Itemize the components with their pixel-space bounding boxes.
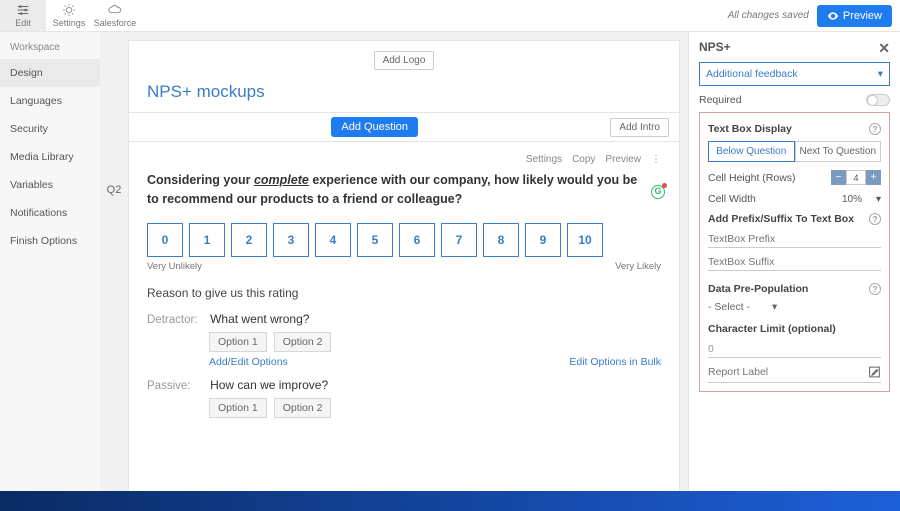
seg-below-question[interactable]: Below Question <box>708 141 795 162</box>
sidebar-item-design[interactable]: Design <box>0 59 100 87</box>
sidebar-item-media-library[interactable]: Media Library <box>0 143 100 171</box>
reason-heading: Reason to give us this rating <box>147 286 661 300</box>
sidebar-item-notifications[interactable]: Notifications <box>0 199 100 227</box>
cell-height-label: Cell Height (Rows) <box>708 172 796 184</box>
sidebar-item-variables[interactable]: Variables <box>0 171 100 199</box>
detractor-question[interactable]: What went wrong? <box>210 312 309 326</box>
passive-question[interactable]: How can we improve? <box>210 378 328 392</box>
char-limit-label: Character Limit (optional) <box>708 323 836 335</box>
saved-message: All changes saved <box>728 10 809 21</box>
required-label: Required <box>699 94 742 106</box>
help-icon[interactable]: ? <box>869 283 881 295</box>
textbox-prefix-input[interactable] <box>708 231 881 248</box>
textbox-display-label: Text Box Display <box>708 123 792 135</box>
required-toggle[interactable] <box>866 94 890 106</box>
report-label-input[interactable] <box>708 364 868 380</box>
question-number: Q2 <box>100 32 128 511</box>
stepper-minus[interactable]: − <box>831 170 846 185</box>
add-intro-button[interactable]: Add Intro <box>610 118 669 137</box>
scale-10[interactable]: 10 <box>567 223 603 257</box>
passive-label: Passive: <box>147 380 207 392</box>
properties-panel: NPS+ ✕ Additional feedback ▾ Required Te… <box>688 32 900 511</box>
nps-scale: 0 1 2 3 4 5 6 7 8 9 10 <box>147 223 661 257</box>
prefix-suffix-label: Add Prefix/Suffix To Text Box <box>708 213 854 225</box>
stepper-plus[interactable]: + <box>866 170 881 185</box>
add-logo-button[interactable]: Add Logo <box>374 51 435 70</box>
cell-height-value: 4 <box>846 170 866 185</box>
detractor-option-2[interactable]: Option 2 <box>274 332 332 352</box>
chevron-down-icon: ▾ <box>772 301 777 313</box>
feedback-type-dropdown[interactable]: Additional feedback ▾ <box>699 62 890 86</box>
data-prepop-select[interactable]: - Select - ▾ <box>708 301 881 313</box>
scale-0[interactable]: 0 <box>147 223 183 257</box>
sidebar-item-languages[interactable]: Languages <box>0 87 100 115</box>
add-edit-options-link[interactable]: Add/Edit Options <box>209 356 288 368</box>
sidebar-item-security[interactable]: Security <box>0 115 100 143</box>
gear-icon <box>62 3 76 17</box>
seg-next-to-question[interactable]: Next To Question <box>795 141 882 162</box>
scale-3[interactable]: 3 <box>273 223 309 257</box>
sidebar-item-finish-options[interactable]: Finish Options <box>0 227 100 255</box>
tab-settings-label: Settings <box>53 18 86 28</box>
add-question-button[interactable]: Add Question <box>331 117 418 137</box>
textbox-suffix-input[interactable] <box>708 254 881 271</box>
kebab-icon[interactable]: ⋮ <box>651 154 661 165</box>
tab-salesforce[interactable]: Salesforce <box>92 0 138 31</box>
char-limit-input[interactable] <box>708 341 881 358</box>
footer-bar <box>0 491 900 511</box>
cell-width-label: Cell Width <box>708 193 756 205</box>
passive-option-2[interactable]: Option 2 <box>274 398 332 418</box>
question-meta-copy[interactable]: Copy <box>572 154 595 165</box>
tab-edit-label: Edit <box>15 18 31 28</box>
chevron-down-icon: ▾ <box>878 68 883 80</box>
anchor-high: Very Likely <box>615 261 661 272</box>
sidebar-header: Workspace <box>0 36 100 59</box>
panel-title: NPS+ <box>699 40 890 54</box>
help-icon[interactable]: ? <box>869 213 881 225</box>
scale-5[interactable]: 5 <box>357 223 393 257</box>
help-icon[interactable]: ? <box>869 123 881 135</box>
tab-settings[interactable]: Settings <box>46 0 92 31</box>
scale-9[interactable]: 9 <box>525 223 561 257</box>
cell-width-select[interactable]: 10% ▾ <box>842 194 881 205</box>
scale-8[interactable]: 8 <box>483 223 519 257</box>
eye-icon <box>827 10 839 22</box>
anchor-low: Very Unlikely <box>147 261 202 272</box>
preview-button[interactable]: Preview <box>817 5 892 27</box>
survey-title[interactable]: NPS+ mockups <box>147 82 661 102</box>
close-icon[interactable]: ✕ <box>878 40 890 57</box>
sliders-icon <box>16 3 30 17</box>
scale-6[interactable]: 6 <box>399 223 435 257</box>
chevron-down-icon: ▾ <box>876 194 881 205</box>
cell-height-stepper: − 4 + <box>831 170 881 185</box>
scale-1[interactable]: 1 <box>189 223 225 257</box>
tab-edit[interactable]: Edit <box>0 0 46 31</box>
detractor-label: Detractor: <box>147 314 207 326</box>
edit-options-bulk-link[interactable]: Edit Options in Bulk <box>569 356 661 368</box>
question-meta-preview[interactable]: Preview <box>605 154 641 165</box>
detractor-option-1[interactable]: Option 1 <box>209 332 267 352</box>
scale-4[interactable]: 4 <box>315 223 351 257</box>
scale-2[interactable]: 2 <box>231 223 267 257</box>
question-meta-settings[interactable]: Settings <box>526 154 562 165</box>
edit-icon[interactable] <box>868 365 881 379</box>
tab-salesforce-label: Salesforce <box>94 18 137 28</box>
cloud-icon <box>108 3 122 17</box>
workspace-sidebar: Workspace Design Languages Security Medi… <box>0 32 100 511</box>
data-prepop-label: Data Pre-Population <box>708 283 808 295</box>
scale-7[interactable]: 7 <box>441 223 477 257</box>
passive-option-1[interactable]: Option 1 <box>209 398 267 418</box>
question-text[interactable]: Considering your complete experience wit… <box>147 171 661 209</box>
grammarly-icon[interactable]: G <box>651 185 665 199</box>
